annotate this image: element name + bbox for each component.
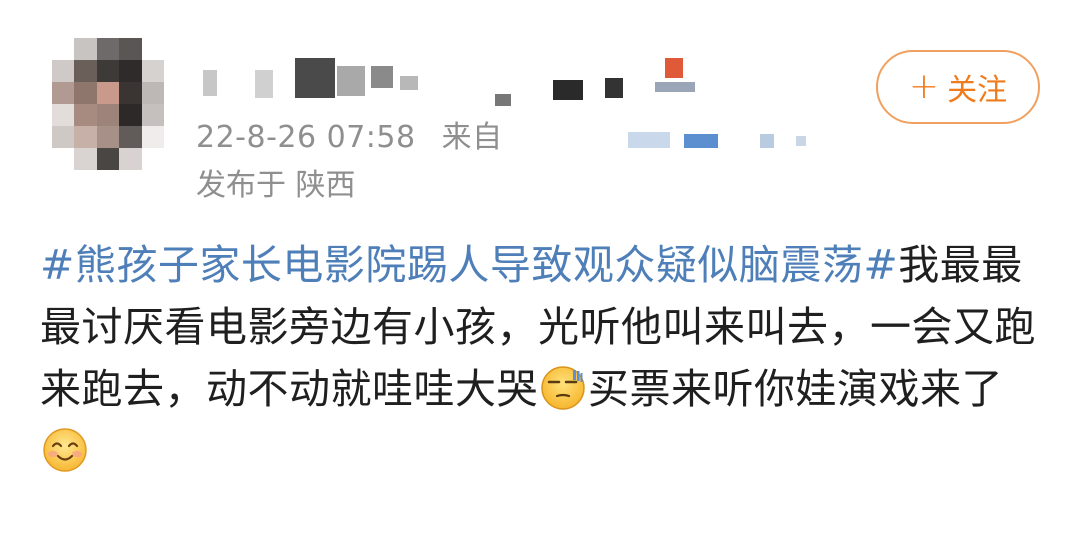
avatar[interactable]: [52, 38, 164, 170]
post-text-part2: 买票来听你娃演戏来了: [588, 365, 1003, 413]
plus-icon: +: [908, 66, 940, 107]
post-timestamp: 22-8-26 07:58: [196, 120, 416, 155]
smile-emoji-icon: [43, 428, 87, 472]
follow-button[interactable]: + 关注: [876, 50, 1040, 124]
username-redacted[interactable]: [195, 52, 715, 108]
post-body: #熊孩子家长电影院踢人导致观众疑似脑震荡#我最最最讨厌看电影旁边有小孩，光听他叫…: [40, 234, 1050, 482]
sweat-smirk-emoji-icon: [541, 366, 585, 410]
follow-button-label: 关注: [947, 73, 1008, 108]
source-prefix: 来自: [441, 120, 503, 155]
weibo-post-card: 22-8-26 07:58 来自 发布于 陕西 + 关注 #熊孩子家长电影院踢人…: [0, 0, 1080, 541]
post-location: 发布于 陕西: [196, 168, 356, 203]
post-meta: 22-8-26 07:58 来自: [196, 112, 503, 156]
source-redacted[interactable]: [628, 132, 818, 150]
topic-hashtag-link[interactable]: #熊孩子家长电影院踢人导致观众疑似脑震荡#: [40, 241, 898, 289]
